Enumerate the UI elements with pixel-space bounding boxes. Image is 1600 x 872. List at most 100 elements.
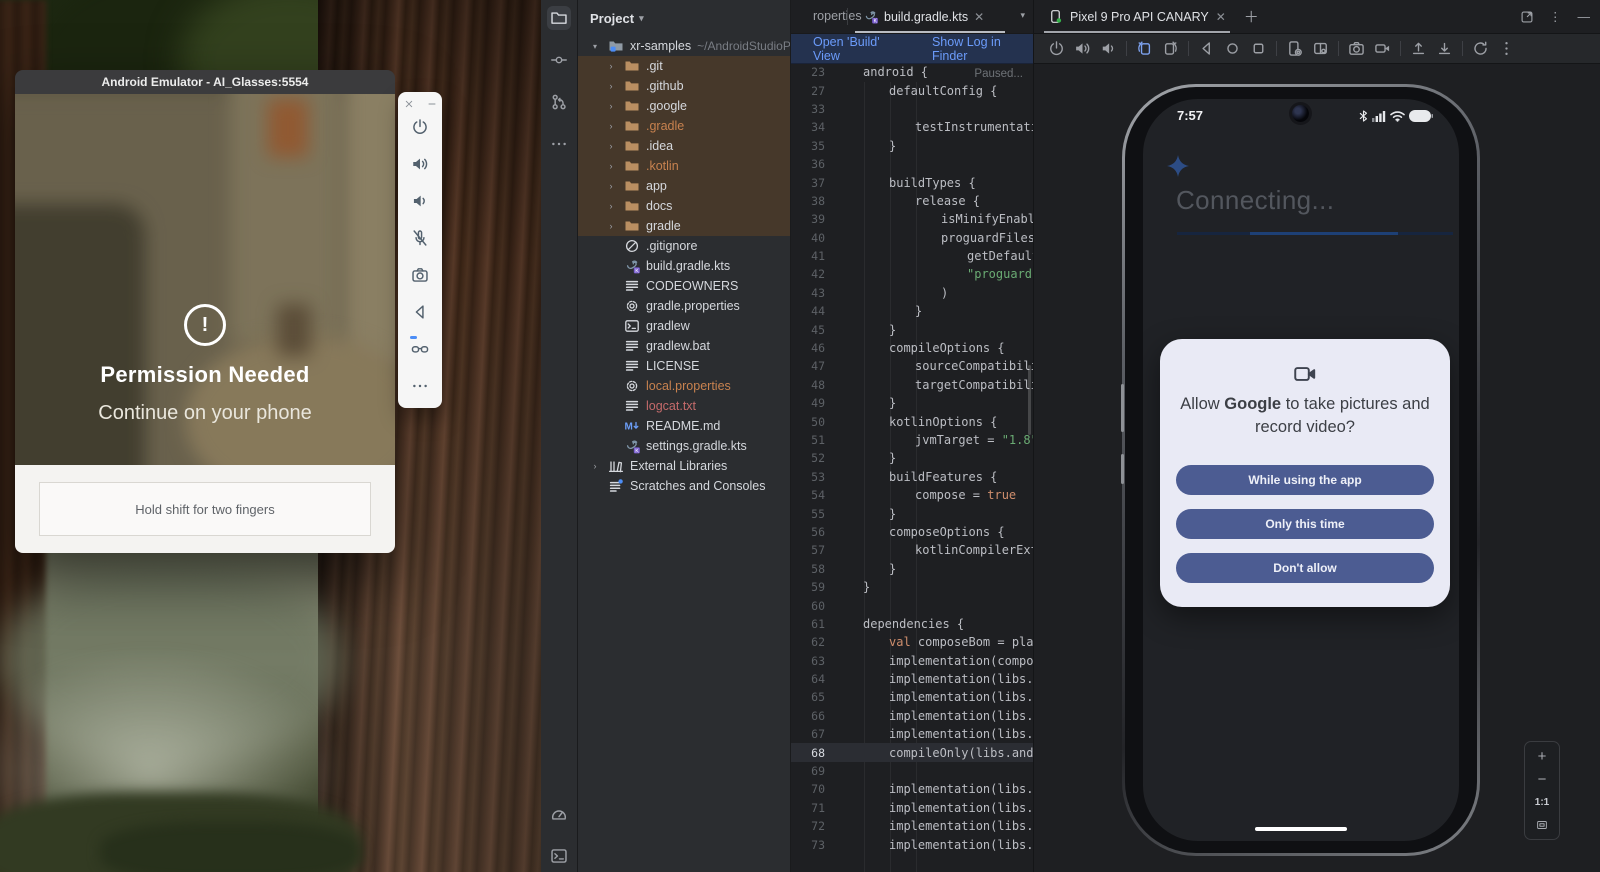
toolbar-volume-down-icon[interactable] — [1100, 40, 1117, 57]
zoom-fit-icon[interactable] — [1535, 818, 1549, 832]
code-line-50[interactable]: 50kotlinOptions { — [791, 412, 1033, 430]
code-line-35[interactable]: 35} — [791, 137, 1033, 155]
code-line-27[interactable]: 27defaultConfig { — [791, 81, 1033, 99]
tree-item-license[interactable]: LICENSE — [578, 356, 790, 376]
chevron-right-icon[interactable]: › — [606, 61, 616, 71]
code-line-63[interactable]: 63implementation(composeBo — [791, 652, 1033, 670]
tree-item--gradle[interactable]: ›.gradle — [578, 116, 790, 136]
tool-strip-project[interactable] — [547, 6, 571, 30]
code-line-45[interactable]: 45} — [791, 320, 1033, 338]
emu-power-icon[interactable] — [411, 118, 429, 136]
tree-item--idea[interactable]: ›.idea — [578, 136, 790, 156]
code-line-42[interactable]: 42"proguard-ru — [791, 265, 1033, 283]
chevron-right-icon[interactable]: › — [606, 221, 616, 231]
code-line-36[interactable]: 36 — [791, 155, 1033, 173]
home-indicator[interactable] — [1255, 827, 1347, 831]
chevron-right-icon[interactable]: › — [606, 201, 616, 211]
close-device-tab-icon[interactable]: ✕ — [1216, 10, 1226, 24]
code-line-72[interactable]: 72implementation(libs.andr — [791, 817, 1033, 835]
code-line-68[interactable]: 68compileOnly(libs.android — [791, 743, 1033, 761]
toolbar-more-v-icon[interactable] — [1498, 40, 1515, 57]
code-line-58[interactable]: 58} — [791, 560, 1033, 578]
tree-item-build-gradle-kts[interactable]: Kbuild.gradle.kts — [578, 256, 790, 276]
toolbar-rotate-right-icon[interactable] — [1162, 40, 1179, 57]
tree-item--kotlin[interactable]: ›.kotlin — [578, 156, 790, 176]
perm-button-don-t-allow[interactable]: Don't allow — [1176, 553, 1434, 583]
toolbar-fold-icon[interactable] — [1312, 40, 1329, 57]
code-line-43[interactable]: 43) — [791, 284, 1033, 302]
code-line-57[interactable]: 57kotlinCompilerExtens — [791, 541, 1033, 559]
emulator-screen[interactable]: ! Permission Needed Continue on your pho… — [15, 94, 395, 465]
tool-strip-profiler[interactable] — [547, 802, 571, 826]
emu-volume-down-icon[interactable] — [411, 192, 429, 210]
code-line-46[interactable]: 46compileOptions { — [791, 339, 1033, 357]
code-line-51[interactable]: 51jvmTarget = "1.8" — [791, 431, 1033, 449]
tree-item--github[interactable]: ›.github — [578, 76, 790, 96]
code-line-60[interactable]: 60 — [791, 596, 1033, 614]
toolbar-rotate-left-icon[interactable] — [1136, 40, 1153, 57]
open-in-window-icon[interactable] — [1520, 10, 1534, 24]
code-line-69[interactable]: 69 — [791, 762, 1033, 780]
minimize-icon[interactable] — [426, 98, 438, 110]
tool-strip-vcs[interactable] — [547, 90, 571, 114]
code-line-66[interactable]: 66implementation(libs.andr — [791, 707, 1033, 725]
tree-item-external-libraries[interactable]: ›External Libraries — [578, 456, 790, 476]
tool-strip-commit[interactable] — [547, 48, 571, 72]
tree-item-app[interactable]: ›app — [578, 176, 790, 196]
code-line-39[interactable]: 39isMinifyEnabled — [791, 210, 1033, 228]
chevron-right-icon[interactable]: › — [590, 461, 600, 471]
toolbar-device-settings-icon[interactable] — [1286, 40, 1303, 57]
tree-item-gradlew-bat[interactable]: gradlew.bat — [578, 336, 790, 356]
perm-button-while-using-the-app[interactable]: While using the app — [1176, 465, 1434, 495]
code-line-64[interactable]: 64implementation(libs.andr — [791, 670, 1033, 688]
tree-item-gradlew[interactable]: gradlew — [578, 316, 790, 336]
tree-item--gitignore[interactable]: .gitignore — [578, 236, 790, 256]
tree-item-local-properties[interactable]: local.properties — [578, 376, 790, 396]
code-line-40[interactable]: 40proguardFiles( — [791, 229, 1033, 247]
editor-scrollbar[interactable] — [1028, 365, 1031, 435]
emu-back-icon[interactable] — [411, 303, 429, 321]
zoom-reset-button[interactable]: 1:1 — [1535, 795, 1549, 809]
tool-strip-terminal[interactable] — [547, 844, 571, 868]
toolbar-download-icon[interactable] — [1436, 40, 1453, 57]
code-line-70[interactable]: 70implementation(libs.mate — [791, 780, 1033, 798]
phone-screen[interactable]: 7:57 Connecting... — [1143, 99, 1459, 841]
tree-item-scratches-and-consoles[interactable]: Scratches and Consoles — [578, 476, 790, 496]
close-tab-icon[interactable]: ✕ — [974, 10, 984, 24]
chevron-right-icon[interactable]: › — [606, 81, 616, 91]
emu-volume-up-icon[interactable] — [411, 155, 429, 173]
code-line-53[interactable]: 53buildFeatures { — [791, 468, 1033, 486]
chevron-right-icon[interactable]: › — [606, 101, 616, 111]
code-line-73[interactable]: 73implementation(libs.andr — [791, 835, 1033, 853]
tree-item-codeowners[interactable]: CODEOWNERS — [578, 276, 790, 296]
code-area[interactable]: 23android {27defaultConfig {3334testInst… — [791, 63, 1033, 854]
tree-item-logcat-txt[interactable]: logcat.txt — [578, 396, 790, 416]
toolbar-overview-icon[interactable] — [1250, 40, 1267, 57]
chevron-right-icon[interactable]: › — [606, 181, 616, 191]
emu-camera-icon[interactable] — [411, 266, 429, 284]
toolbar-videocam-icon[interactable] — [1374, 40, 1391, 57]
tree-item-docs[interactable]: ›docs — [578, 196, 790, 216]
toolbar-camera-icon[interactable] — [1348, 40, 1365, 57]
tree-item--git[interactable]: ›.git — [578, 56, 790, 76]
hide-panel-icon[interactable]: — — [1578, 10, 1591, 24]
code-line-52[interactable]: 52} — [791, 449, 1033, 467]
code-line-47[interactable]: 47sourceCompatibility — [791, 357, 1033, 375]
chevron-down-icon[interactable]: ▾ — [590, 42, 600, 51]
chevron-right-icon[interactable]: › — [606, 141, 616, 151]
code-line-37[interactable]: 37buildTypes { — [791, 173, 1033, 191]
code-line-41[interactable]: 41getDefaultPr — [791, 247, 1033, 265]
emu-more-h-icon[interactable] — [411, 377, 429, 395]
zoom-out-button[interactable]: − — [1538, 772, 1547, 786]
new-device-tab-icon[interactable]: ＋ — [1244, 6, 1259, 27]
code-line-38[interactable]: 38release { — [791, 192, 1033, 210]
code-line-49[interactable]: 49} — [791, 394, 1033, 412]
tool-strip-more-h[interactable] — [547, 132, 571, 156]
code-line-55[interactable]: 55} — [791, 504, 1033, 522]
code-line-33[interactable]: 33 — [791, 100, 1033, 118]
toolbar-home-icon[interactable] — [1224, 40, 1241, 57]
emu-glasses-icon[interactable] — [411, 340, 429, 358]
code-line-62[interactable]: 62val composeBom = platfor — [791, 633, 1033, 651]
panel-options-kebab-icon[interactable]: ⋮ — [1549, 9, 1563, 24]
show-log-in-finder-link[interactable]: Show Log in Finder — [932, 35, 1033, 63]
